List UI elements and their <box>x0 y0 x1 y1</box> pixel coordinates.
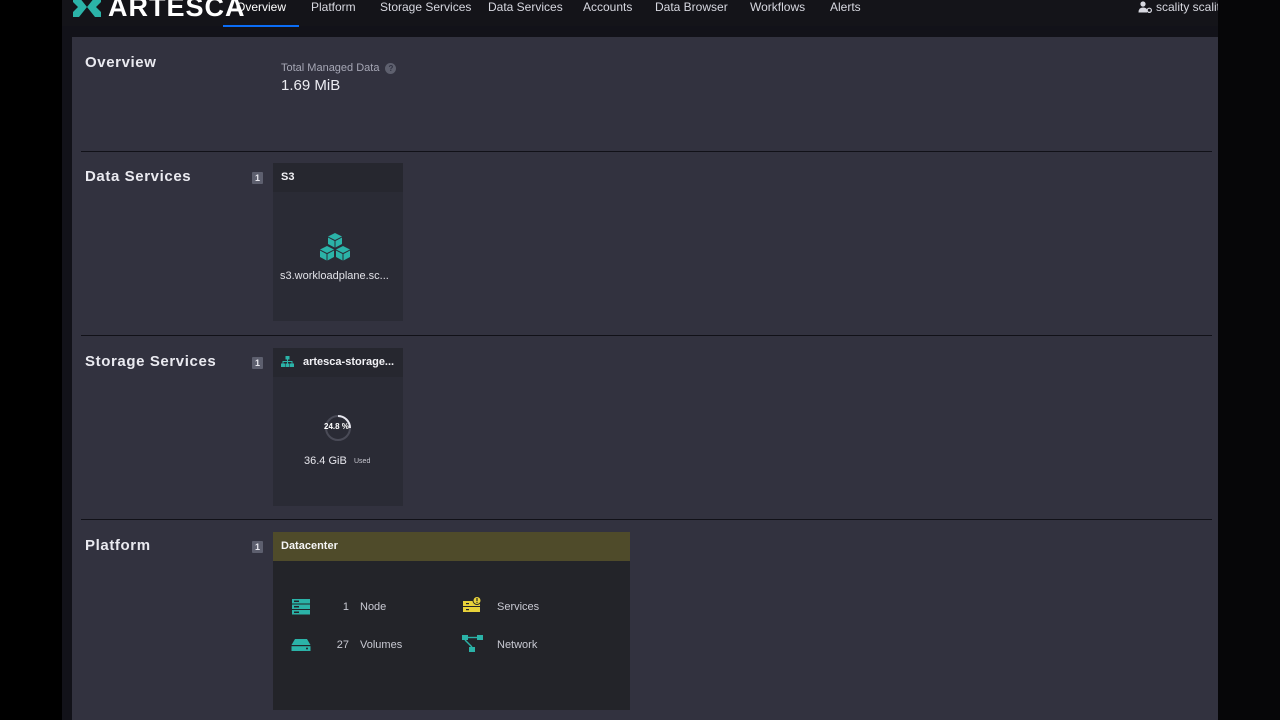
artesca-app: ARTESCA Overview Platform Storage Servic… <box>62 0 1218 720</box>
usage-percent: 24.8 % <box>324 422 349 431</box>
help-icon[interactable]: ? <box>385 63 397 74</box>
used-capacity-label: Used <box>354 458 371 465</box>
tab-data-browser[interactable]: Data Browser <box>655 0 728 26</box>
brand-name: ARTESCA <box>108 0 246 22</box>
artesca-logo-icon <box>73 0 101 17</box>
data-services-section-title: Data Services <box>85 168 192 185</box>
s3-card-header: S3 <box>273 163 403 192</box>
section-divider <box>81 335 1212 336</box>
services-warning-icon <box>463 596 482 612</box>
tab-overview[interactable]: Overview <box>236 0 286 26</box>
section-divider <box>81 151 1212 152</box>
tab-alerts[interactable]: Alerts <box>830 0 861 26</box>
data-services-count-badge: 1 <box>252 172 263 184</box>
total-managed-data-value: 1.69 MiB <box>281 77 341 94</box>
network-icon <box>462 635 483 652</box>
artesca-logo[interactable]: ARTESCA <box>72 0 246 22</box>
tab-accounts[interactable]: Accounts <box>583 0 632 26</box>
user-name: scality scalit <box>1156 0 1218 14</box>
platform-count-badge: 1 <box>252 541 263 553</box>
datacenter-card[interactable]: Datacenter 1 Node 27 Volumes Services Ne… <box>273 532 630 710</box>
volumes-count: 27 <box>336 639 349 651</box>
window-edge <box>1218 0 1280 720</box>
top-navbar: ARTESCA Overview Platform Storage Servic… <box>62 0 1218 27</box>
platform-section-title: Platform <box>85 537 151 554</box>
network-tree-icon <box>281 356 294 367</box>
storage-service-card[interactable]: artesca-storage... 24.8 % 36.4 GiB Used <box>273 348 403 506</box>
datacenter-card-header: Datacenter <box>273 532 630 561</box>
storage-card-header: artesca-storage... <box>273 348 403 377</box>
s3-card-title: S3 <box>281 171 295 183</box>
server-icon <box>292 599 310 615</box>
active-tab-indicator <box>223 25 299 27</box>
user-menu[interactable]: scality scalit <box>1138 0 1218 15</box>
overview-section-title: Overview <box>85 54 157 71</box>
tab-workflows[interactable]: Workflows <box>750 0 805 26</box>
used-capacity-value: 36.4 GiB <box>304 455 347 467</box>
node-label[interactable]: Node <box>360 601 386 613</box>
total-managed-data-label: Total Managed Data? <box>281 62 397 74</box>
tab-storage-services[interactable]: Storage Services <box>380 0 471 26</box>
storage-card-title: artesca-storage... <box>303 356 395 368</box>
network-label[interactable]: Network <box>497 639 537 651</box>
services-label[interactable]: Services <box>497 601 539 613</box>
s3-service-card[interactable]: S3 s3.workloadplane.sc... <box>273 163 403 321</box>
cubes-icon <box>320 233 350 261</box>
storage-services-section-title: Storage Services <box>85 353 217 370</box>
user-cog-icon <box>1138 1 1152 13</box>
disk-icon <box>291 639 311 651</box>
total-managed-data-label-text: Total Managed Data <box>281 62 380 74</box>
volumes-label[interactable]: Volumes <box>360 639 402 651</box>
node-count: 1 <box>342 601 349 613</box>
tab-platform[interactable]: Platform <box>311 0 356 26</box>
storage-services-count-badge: 1 <box>252 357 263 369</box>
tab-data-services[interactable]: Data Services <box>488 0 563 26</box>
s3-endpoint: s3.workloadplane.sc... <box>280 270 389 282</box>
datacenter-card-title: Datacenter <box>281 540 338 552</box>
section-divider <box>81 519 1212 520</box>
main-content: Overview Total Managed Data? 1.69 MiB Da… <box>72 37 1218 720</box>
